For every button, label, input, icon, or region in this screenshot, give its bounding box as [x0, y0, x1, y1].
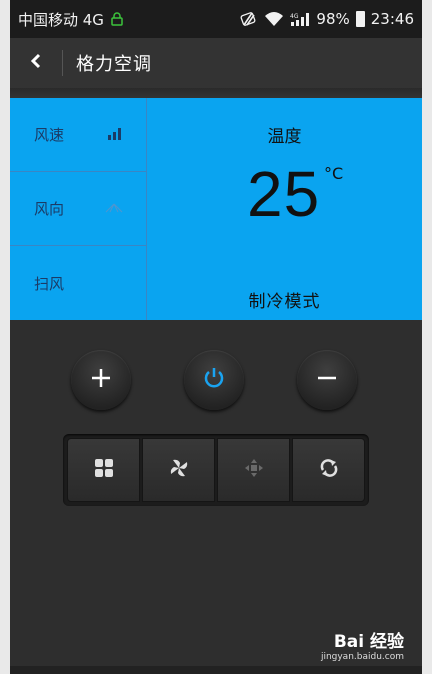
watermark-brand: Bai 经验	[333, 632, 404, 652]
wifi-icon	[264, 11, 284, 27]
fan-button[interactable]	[142, 438, 215, 502]
fan-speed-label: 风速	[34, 126, 65, 144]
temp-down-button[interactable]	[297, 350, 357, 410]
swing-button[interactable]	[292, 438, 365, 502]
lock-icon	[110, 12, 124, 26]
fan-icon	[168, 457, 190, 483]
carrier-label: 中国移动 4G	[18, 10, 104, 29]
status-bar: 中国移动 4G 4G 98% 23:46	[10, 0, 422, 38]
clock: 23:46	[370, 10, 414, 28]
temp-up-button[interactable]	[71, 350, 131, 410]
back-chevron-icon	[30, 53, 42, 73]
swing-icon	[318, 457, 340, 483]
svg-text:4G: 4G	[290, 13, 299, 20]
battery-icon	[355, 11, 365, 27]
back-button[interactable]	[10, 38, 62, 88]
wind-direction-label: 风向	[34, 200, 65, 218]
mode-label: 制冷模式	[248, 292, 321, 312]
status-panel: 风速 风向 扫风 温度 25 °C 制冷模式	[10, 98, 422, 320]
wind-direction-icon	[104, 200, 124, 218]
move-button[interactable]	[217, 438, 290, 502]
battery-percent: 98%	[316, 10, 350, 28]
watermark-url: jingyan.baidu.com	[320, 652, 404, 662]
move-icon	[244, 458, 264, 482]
plus-icon	[90, 367, 112, 393]
bottom-strip	[10, 666, 422, 674]
minus-icon	[316, 367, 338, 393]
phone-screen: 中国移动 4G 4G 98% 23:46 格力空调 风速 风向 扫风 温度 25…	[10, 0, 422, 674]
header-divider	[62, 50, 63, 76]
power-button[interactable]	[184, 350, 244, 410]
temperature-unit: °C	[324, 164, 344, 183]
temperature-label: 温度	[267, 127, 302, 147]
swing-row[interactable]: 扫风	[10, 246, 146, 320]
page-title: 格力空调	[76, 54, 152, 75]
app-header: 格力空调	[10, 38, 422, 88]
temperature-value: 25	[247, 158, 321, 230]
fan-speed-bars-icon	[108, 126, 124, 144]
mode-grid-button[interactable]	[67, 438, 140, 502]
temperature-display: 温度 25 °C 制冷模式	[147, 98, 422, 320]
settings-column: 风速 风向 扫风	[10, 98, 147, 320]
status-icons: 4G 98% 23:46	[240, 0, 414, 38]
signal-icon: 4G	[290, 11, 310, 27]
wind-direction-row[interactable]: 风向	[10, 172, 146, 246]
header-shadow	[10, 88, 422, 98]
baidu-watermark: Bai 经验 jingyan.baidu.com	[321, 627, 404, 662]
function-tray	[63, 434, 369, 506]
power-icon	[202, 366, 226, 394]
nfc-icon	[240, 11, 258, 27]
grid-icon	[94, 458, 114, 482]
fan-speed-row[interactable]: 风速	[10, 98, 146, 172]
swing-label: 扫风	[34, 274, 65, 293]
control-area: Bai 经验 jingyan.baidu.com	[10, 320, 422, 674]
